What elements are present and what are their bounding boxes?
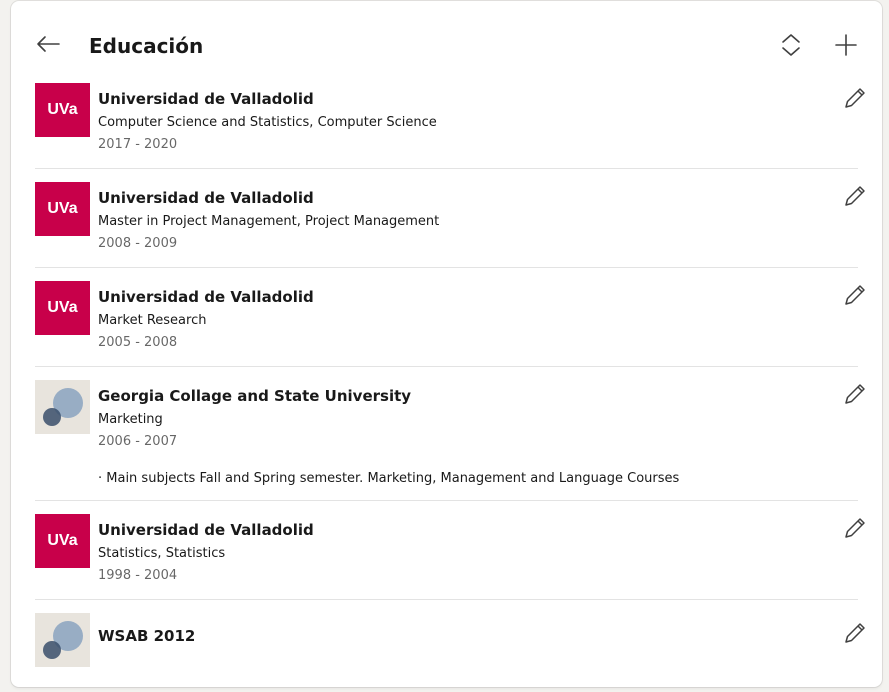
school-logo-text: UVa — [47, 532, 78, 549]
education-item: UVa Universidad de Valladolid Master in … — [35, 168, 865, 267]
degree-field: Master in Project Management, Project Ma… — [98, 214, 440, 229]
arrow-left-icon — [37, 36, 60, 52]
school-logo[interactable]: UVa — [35, 182, 90, 236]
date-range: 2005 - 2008 — [98, 335, 178, 350]
school-name[interactable]: Universidad de Valladolid — [98, 520, 314, 540]
pencil-icon — [845, 186, 865, 206]
date-range: 1998 - 2004 — [98, 568, 178, 583]
school-name[interactable]: WSAB 2012 — [98, 626, 195, 646]
degree-field: Computer Science and Statistics, Compute… — [98, 115, 437, 130]
school-placeholder-icon — [43, 388, 83, 426]
edit-button[interactable] — [842, 381, 868, 407]
education-item: UVa Universidad de Valladolid Computer S… — [35, 83, 865, 168]
education-description: · Main subjects Fall and Spring semester… — [98, 471, 680, 486]
school-name[interactable]: Universidad de Valladolid — [98, 287, 314, 307]
pencil-icon — [845, 88, 865, 108]
edit-button[interactable] — [842, 85, 868, 111]
page-title: Educación — [89, 34, 204, 58]
school-logo-text: UVa — [47, 299, 78, 316]
back-button[interactable] — [33, 29, 63, 59]
school-logo-text: UVa — [47, 200, 78, 217]
edit-button[interactable] — [842, 282, 868, 308]
degree-field: Marketing — [98, 412, 163, 427]
reorder-icon — [782, 34, 800, 56]
education-card: Educación UVa Universidad de Valladolid … — [11, 1, 882, 687]
education-header: Educación — [11, 1, 882, 81]
date-range: 2017 - 2020 — [98, 137, 178, 152]
plus-icon — [835, 34, 857, 56]
edit-button[interactable] — [842, 620, 868, 646]
school-logo[interactable]: UVa — [35, 514, 90, 568]
school-logo[interactable] — [35, 613, 90, 667]
date-range: 2006 - 2007 — [98, 434, 178, 449]
degree-field: Statistics, Statistics — [98, 546, 226, 561]
pencil-icon — [845, 285, 865, 305]
education-list: UVa Universidad de Valladolid Computer S… — [35, 83, 865, 679]
education-item: WSAB 2012 — [35, 599, 865, 679]
school-logo[interactable] — [35, 380, 90, 434]
school-name[interactable]: Universidad de Valladolid — [98, 188, 439, 208]
pencil-icon — [845, 623, 865, 643]
pencil-icon — [845, 518, 865, 538]
education-item: Georgia Collage and State University Mar… — [35, 366, 865, 500]
school-name[interactable]: Georgia Collage and State University — [98, 386, 679, 406]
school-logo-text: UVa — [47, 101, 78, 118]
reorder-button[interactable] — [778, 31, 804, 59]
education-item: UVa Universidad de Valladolid Statistics… — [35, 500, 865, 599]
school-name[interactable]: Universidad de Valladolid — [98, 89, 437, 109]
degree-field: Market Research — [98, 313, 207, 328]
school-logo[interactable]: UVa — [35, 83, 90, 137]
pencil-icon — [845, 384, 865, 404]
school-logo[interactable]: UVa — [35, 281, 90, 335]
add-education-button[interactable] — [832, 31, 860, 59]
education-item: UVa Universidad de Valladolid Market Res… — [35, 267, 865, 366]
edit-button[interactable] — [842, 515, 868, 541]
school-placeholder-icon — [43, 621, 83, 659]
date-range: 2008 - 2009 — [98, 236, 178, 251]
edit-button[interactable] — [842, 183, 868, 209]
